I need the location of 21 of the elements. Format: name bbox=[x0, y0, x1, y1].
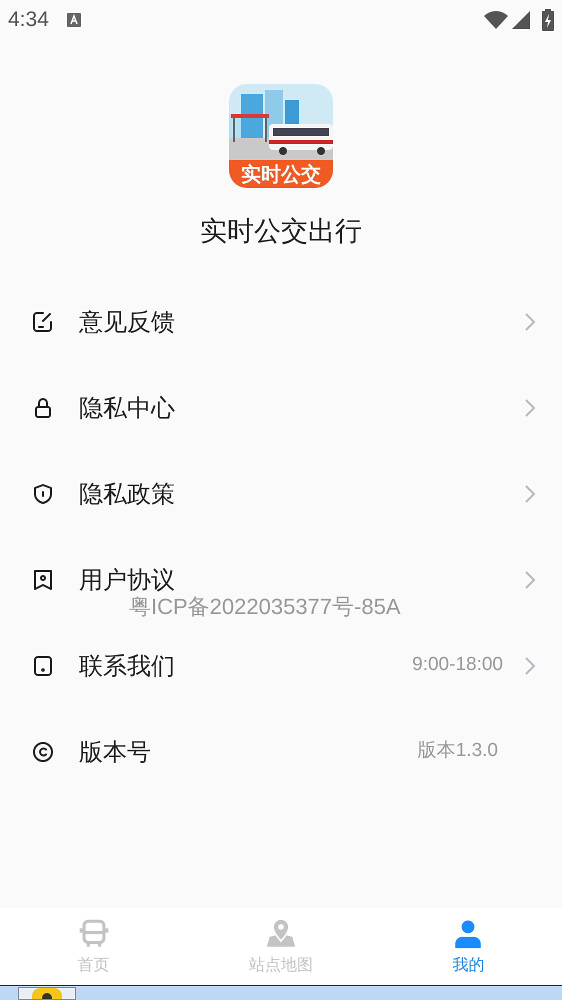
keyboard-icon bbox=[66, 13, 81, 27]
edit-note-icon bbox=[31, 310, 55, 334]
menu-label[interactable]: 意见反馈 bbox=[79, 304, 175, 340]
status-time: 4:34 bbox=[8, 7, 49, 34]
copyright-icon bbox=[31, 740, 55, 764]
menu-label[interactable]: 版本号 bbox=[79, 734, 151, 770]
phone-icon bbox=[31, 654, 55, 678]
app-name: 实时公交出行 bbox=[200, 215, 362, 249]
logo-text: 实时公交 bbox=[229, 160, 333, 188]
app-taskbar-icon bbox=[32, 988, 62, 999]
wifi-icon bbox=[484, 11, 508, 29]
taskbar-item[interactable] bbox=[18, 987, 76, 1000]
menu-label[interactable]: 联系我们 bbox=[79, 648, 175, 684]
shield-icon bbox=[31, 482, 55, 506]
signal-icon bbox=[512, 11, 530, 29]
battery-icon bbox=[542, 9, 554, 31]
menu-value: 9:00-18:00 bbox=[412, 653, 503, 678]
menu-label[interactable]: 隐私政策 bbox=[79, 476, 175, 512]
menu-label[interactable]: 隐私中心 bbox=[79, 390, 175, 426]
document-icon bbox=[31, 568, 55, 592]
menu-value: 版本1.3.0 bbox=[418, 739, 498, 764]
